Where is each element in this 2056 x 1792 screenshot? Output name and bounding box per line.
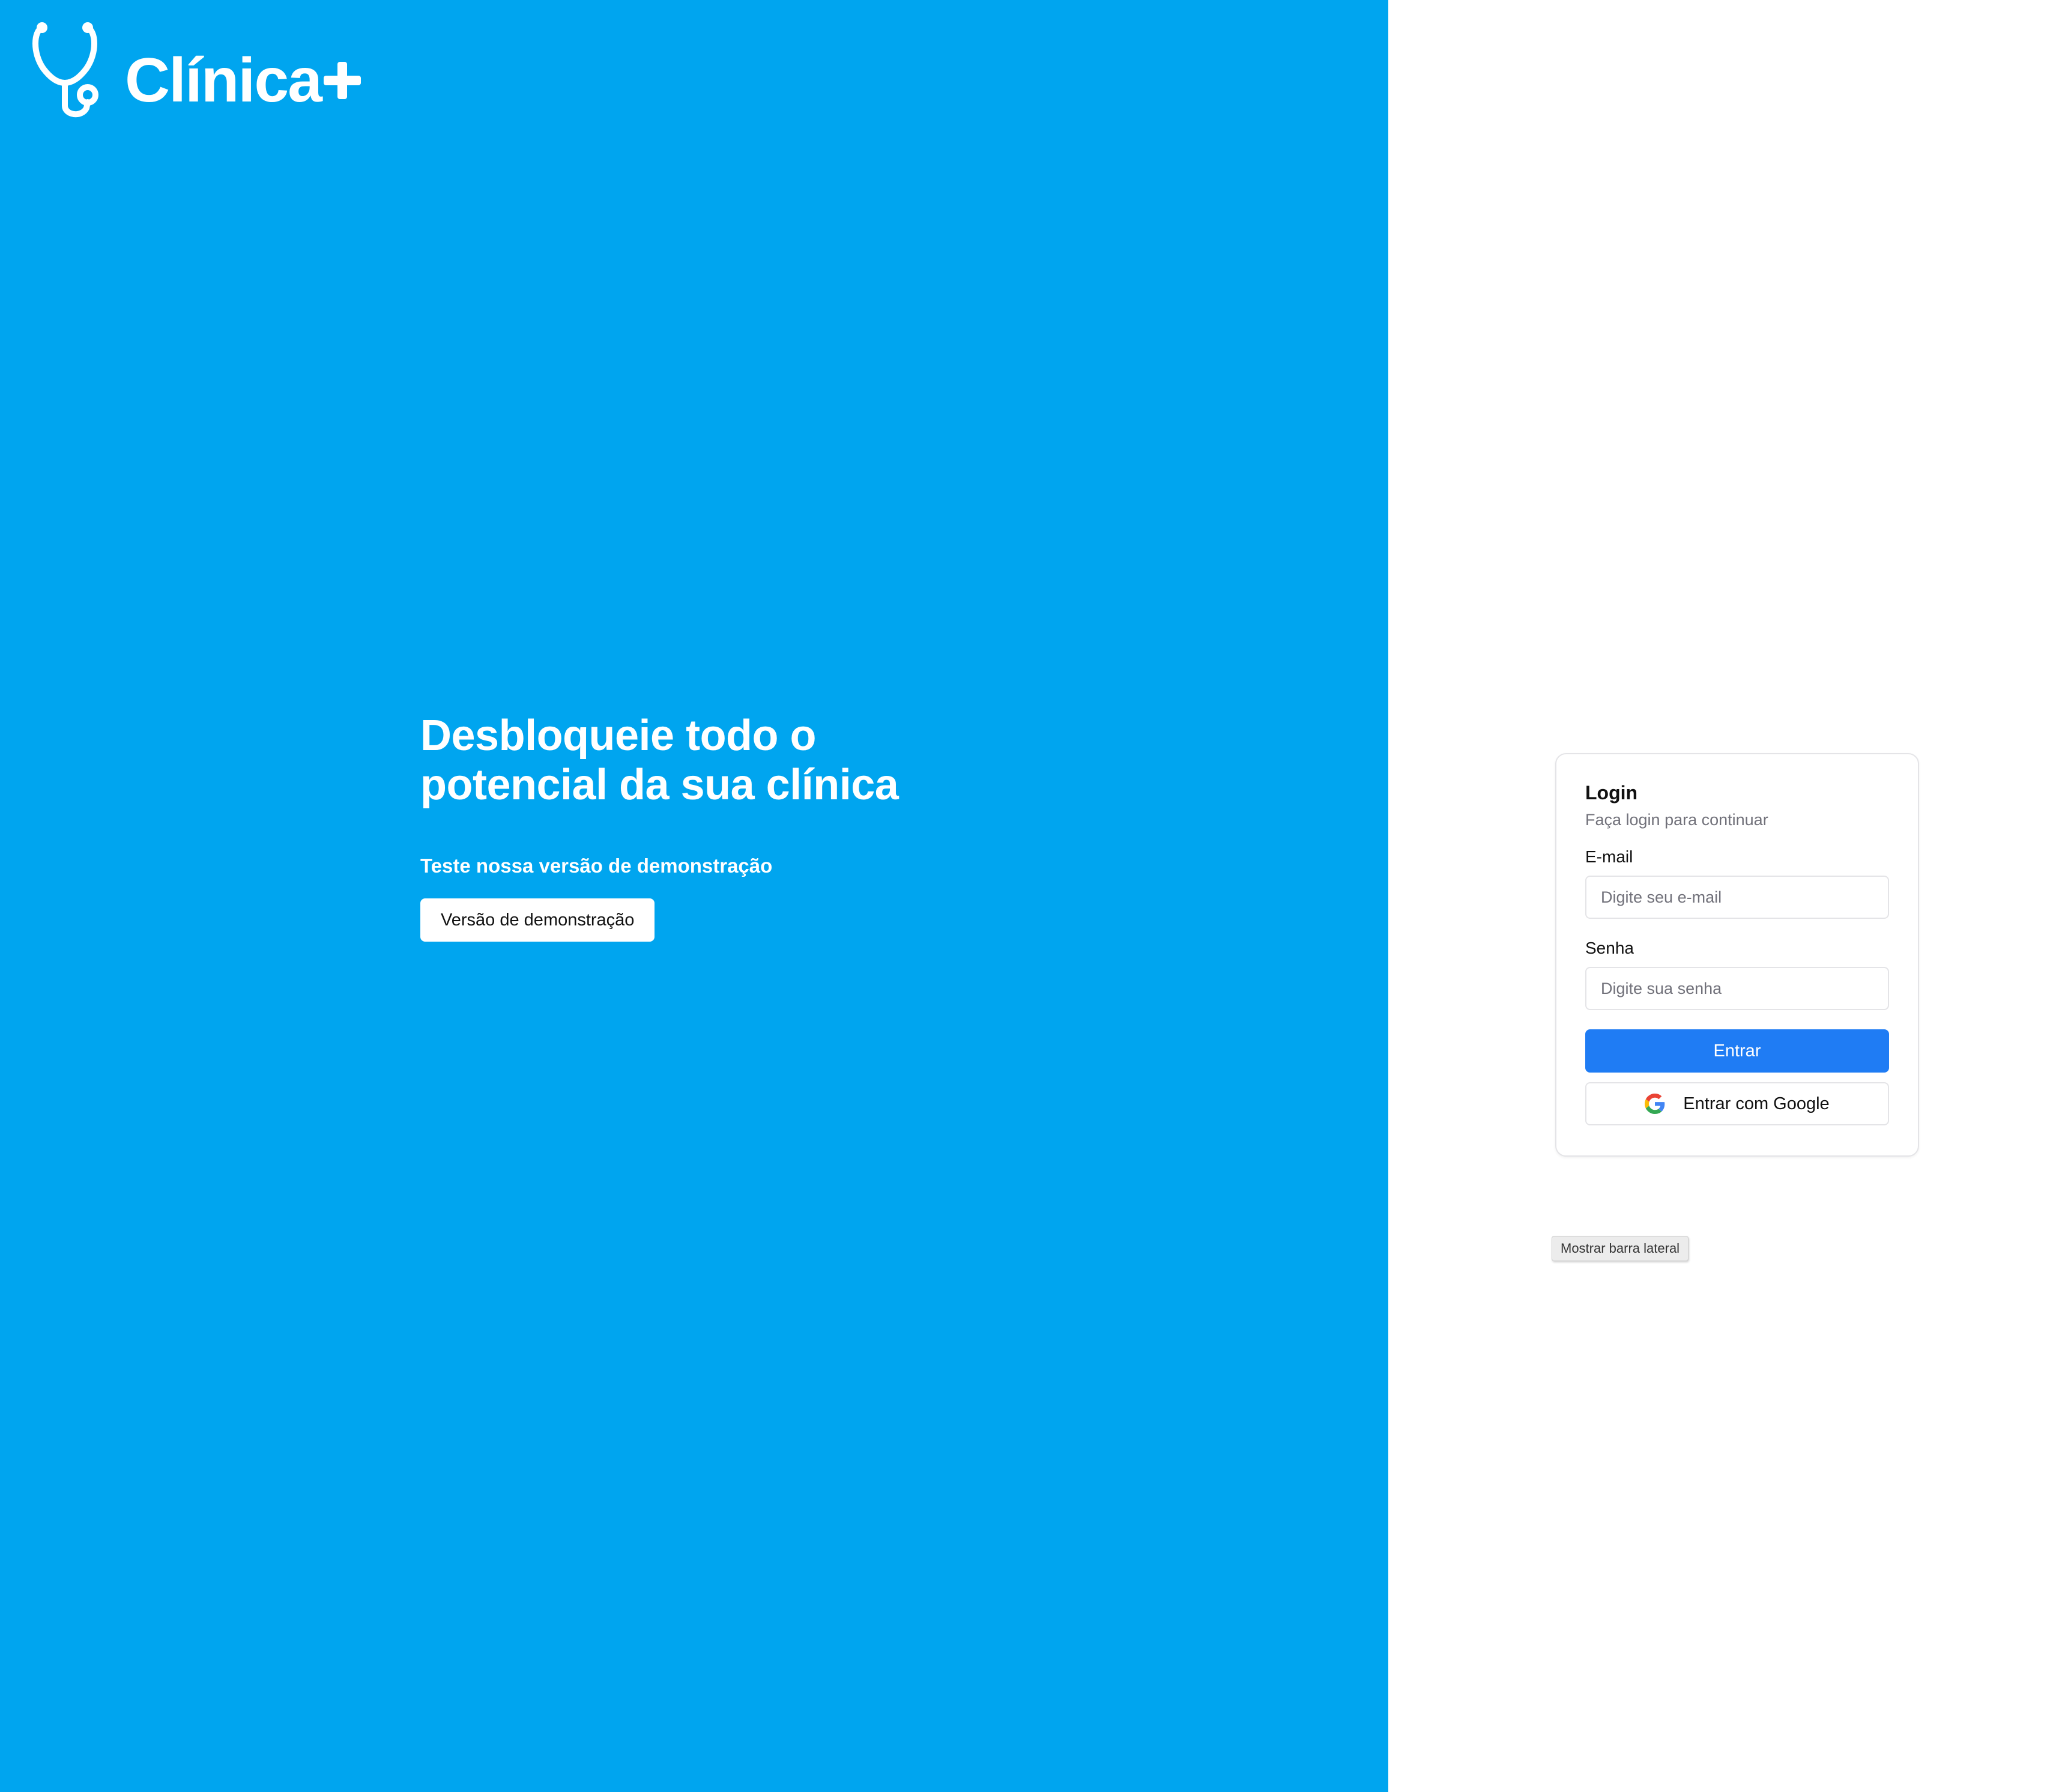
email-label: E-mail bbox=[1585, 847, 1633, 866]
login-card: Login Faça login para continuar E-mail S… bbox=[1555, 753, 1919, 1157]
google-login-button[interactable]: Entrar com Google bbox=[1585, 1082, 1889, 1125]
login-page: Clínica Desbloqueie todo o potencial da … bbox=[0, 0, 2056, 1792]
stethoscope-icon bbox=[32, 22, 98, 117]
brand-logo[interactable]: Clínica bbox=[29, 18, 361, 120]
hero-title-line1: Desbloqueie todo o bbox=[420, 712, 817, 760]
password-label: Senha bbox=[1585, 939, 1634, 957]
hero-title-line2: potencial da sua clínica bbox=[420, 761, 899, 809]
hero-title: Desbloqueie todo o potencial da sua clín… bbox=[420, 711, 1081, 810]
plus-icon bbox=[324, 62, 361, 99]
login-title: Login bbox=[1585, 782, 1638, 804]
hero-subtitle: Teste nossa versão de demonstração bbox=[420, 855, 773, 877]
hero-panel: Clínica Desbloqueie todo o potencial da … bbox=[0, 0, 1388, 1792]
sidebar-tooltip: Mostrar barra lateral bbox=[1552, 1236, 1689, 1261]
demo-version-button[interactable]: Versão de demonstração bbox=[420, 898, 655, 942]
login-description: Faça login para continuar bbox=[1585, 811, 1768, 829]
login-submit-button[interactable]: Entrar bbox=[1585, 1029, 1889, 1073]
brand-name-text: Clínica bbox=[125, 46, 322, 115]
brand-name: Clínica bbox=[125, 49, 361, 112]
email-input[interactable] bbox=[1585, 876, 1889, 919]
password-input[interactable] bbox=[1585, 967, 1889, 1010]
google-login-label: Entrar com Google bbox=[1683, 1094, 1830, 1113]
google-icon bbox=[1645, 1094, 1665, 1114]
hero-content: Desbloqueie todo o potencial da sua clín… bbox=[420, 711, 1081, 942]
